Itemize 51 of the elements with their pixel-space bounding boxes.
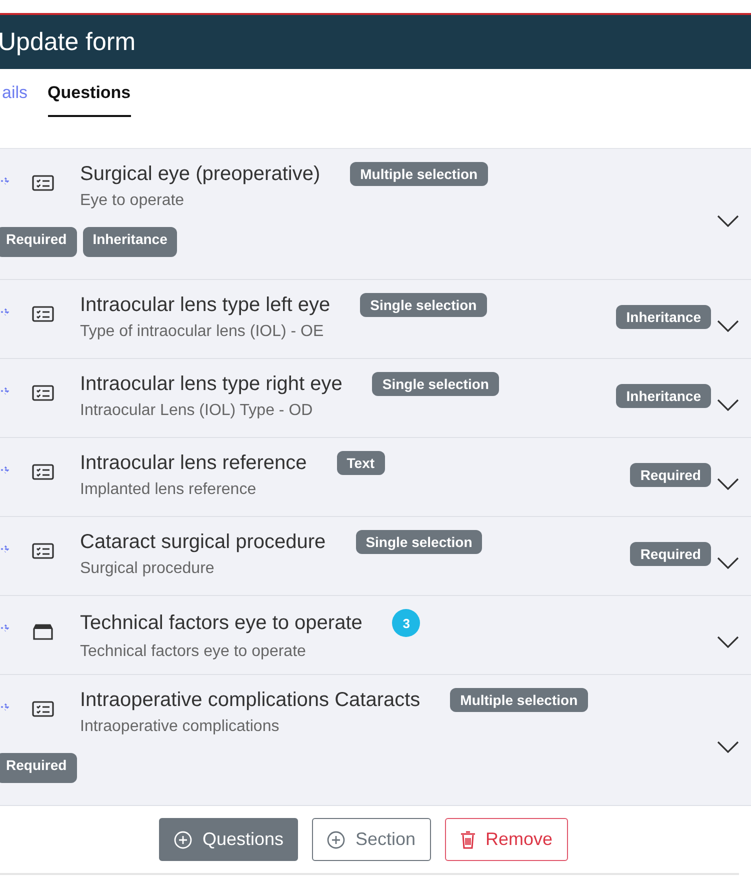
action-button[interactable]: Section bbox=[312, 818, 431, 861]
question-subtitle: Surgical procedure bbox=[80, 560, 216, 578]
question-title: Surgical eye (preoperative) bbox=[80, 162, 320, 186]
question-title: Intraocular lens reference bbox=[80, 452, 307, 474]
tag-badge: Required bbox=[0, 226, 77, 257]
type-badge: Multiple selection bbox=[450, 688, 588, 712]
chevron-down-icon[interactable] bbox=[717, 740, 739, 752]
question-subtitle: Type of intraocular lens (IOL) - OE bbox=[80, 323, 325, 341]
tag-badge: Required bbox=[0, 752, 77, 783]
chevron-down-icon[interactable] bbox=[717, 636, 739, 648]
question-subtitle: Intraocular Lens (IOL) Type - OD bbox=[80, 402, 314, 420]
action-button[interactable]: Remove bbox=[444, 818, 568, 861]
question-title: Intraocular lens type left eye bbox=[80, 294, 330, 316]
plus-circle-icon bbox=[327, 830, 346, 848]
type-badge: Text bbox=[336, 451, 385, 475]
question-subtitle: Eye to operate bbox=[80, 192, 186, 210]
question-title: Intraoperative complications Cataracts bbox=[80, 688, 420, 712]
trash-icon bbox=[460, 830, 476, 848]
plus-circle-icon bbox=[174, 830, 192, 848]
type-badge: Single selection bbox=[356, 530, 482, 554]
tab[interactable]: ails bbox=[2, 83, 28, 117]
tag-badge: Required bbox=[630, 463, 711, 487]
tag-badge: Required bbox=[630, 542, 711, 566]
tag-badge: Inheritance bbox=[82, 226, 178, 257]
list-icon bbox=[32, 700, 54, 718]
count-badge: 3 bbox=[392, 609, 420, 637]
page-title: Update form bbox=[0, 28, 136, 56]
list-icon bbox=[32, 542, 54, 560]
list-icon bbox=[32, 463, 54, 481]
question-subtitle: Implanted lens reference bbox=[80, 481, 258, 499]
action-button[interactable]: Questions bbox=[159, 818, 298, 861]
chevron-down-icon[interactable] bbox=[717, 320, 739, 332]
tab[interactable]: Questions bbox=[48, 83, 131, 117]
question-title: Technical factors eye to operate bbox=[80, 612, 362, 634]
chevron-down-icon[interactable] bbox=[717, 214, 739, 226]
type-badge: Single selection bbox=[360, 293, 487, 317]
type-badge: Multiple selection bbox=[350, 162, 488, 186]
chevron-down-icon[interactable] bbox=[717, 478, 739, 490]
question-subtitle: Technical factors eye to operate bbox=[80, 643, 307, 661]
list-icon bbox=[32, 174, 54, 192]
chevron-down-icon[interactable] bbox=[717, 556, 739, 568]
question-title: Intraocular lens type right eye bbox=[80, 372, 342, 396]
question-title: Cataract surgical procedure bbox=[80, 530, 326, 554]
chevron-down-icon[interactable] bbox=[717, 398, 739, 410]
folder-icon bbox=[32, 621, 54, 641]
list-icon bbox=[32, 384, 54, 402]
tag-badge: Inheritance bbox=[616, 384, 711, 408]
list-icon bbox=[32, 305, 54, 323]
tag-badge: Inheritance bbox=[616, 305, 711, 329]
question-subtitle: Intraoperative complications bbox=[80, 718, 280, 736]
type-badge: Single selection bbox=[372, 372, 499, 396]
